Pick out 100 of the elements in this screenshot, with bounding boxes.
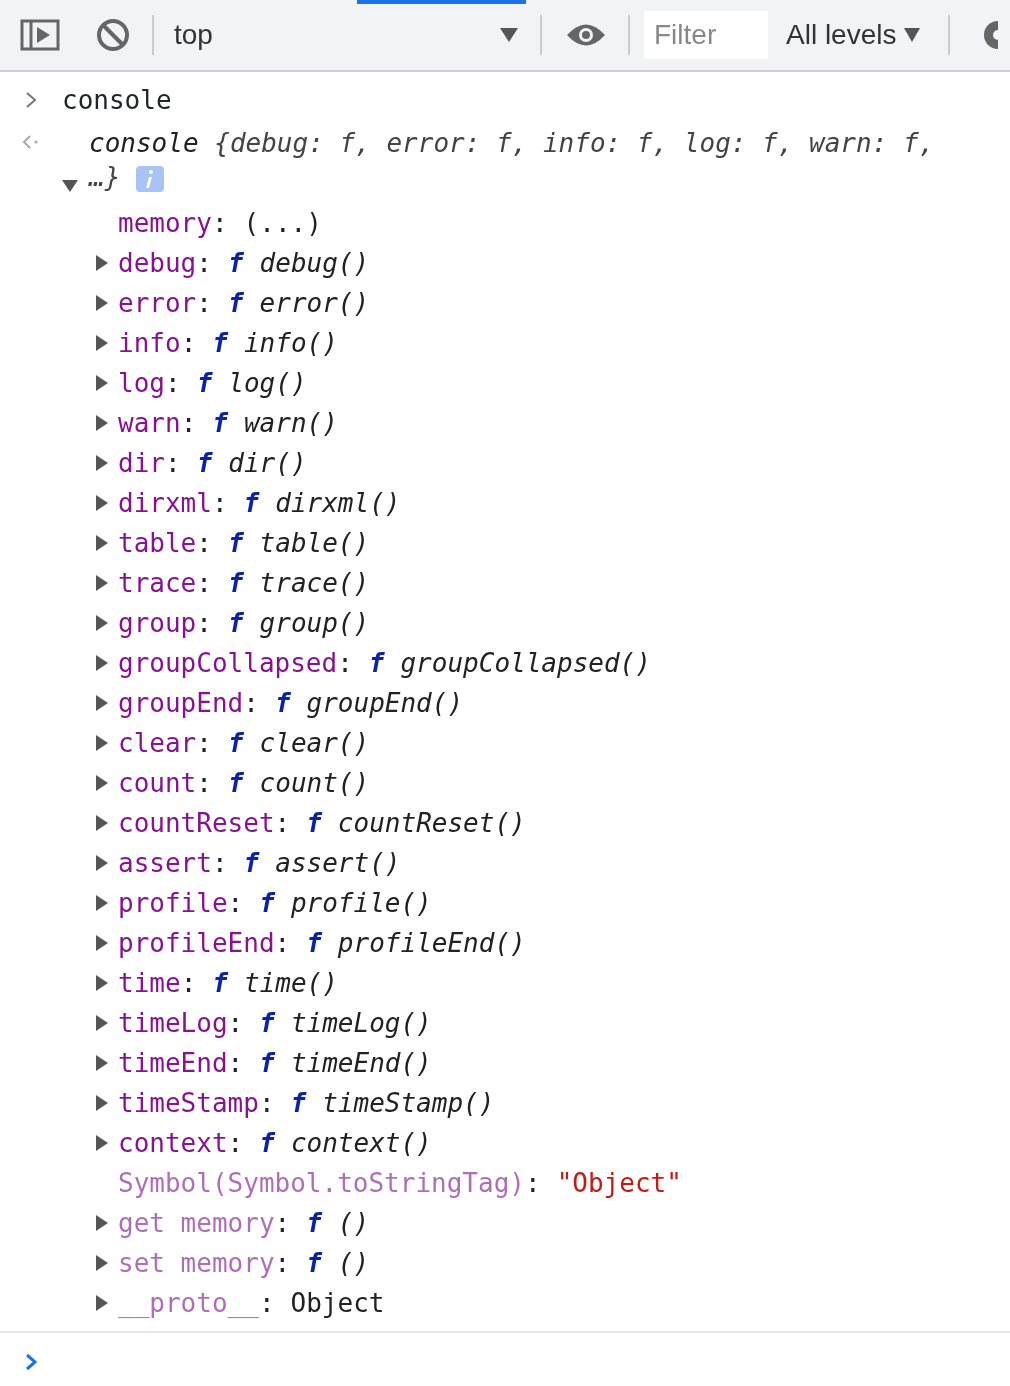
expand-triangle-icon[interactable]	[96, 455, 108, 471]
expand-triangle-icon[interactable]	[96, 935, 108, 951]
expand-triangle-icon[interactable]	[96, 695, 108, 711]
function-mark: f	[227, 727, 244, 760]
expand-triangle-icon[interactable]	[96, 1095, 108, 1111]
property-value: groupEnd()	[306, 687, 464, 720]
expand-triangle-icon[interactable]	[96, 855, 108, 871]
function-mark: f	[212, 327, 228, 360]
property-key: debug:	[118, 243, 212, 283]
expand-triangle-icon[interactable]	[96, 775, 108, 791]
property-key: error:	[118, 283, 212, 323]
expand-triangle-icon[interactable]	[96, 1295, 108, 1311]
property-value: trace()	[259, 567, 370, 600]
clear-console-icon[interactable]	[96, 18, 130, 52]
expand-triangle-icon[interactable]	[96, 1015, 108, 1031]
property-key: groupEnd:	[118, 683, 259, 723]
property-value: warn()	[243, 407, 338, 440]
expand-triangle-icon[interactable]	[96, 295, 108, 311]
function-mark: f	[368, 647, 385, 680]
command-text: console	[62, 84, 172, 117]
expand-triangle-icon[interactable]	[96, 575, 108, 591]
property-value: debug()	[259, 247, 370, 280]
function-mark: f	[212, 407, 228, 440]
property-key: table:	[118, 523, 212, 563]
property-value: (...)	[243, 207, 322, 240]
property-key: assert:	[118, 843, 228, 883]
property-value: dir()	[228, 447, 307, 480]
expand-triangle-icon[interactable]	[96, 655, 108, 671]
function-mark: f	[196, 367, 213, 400]
property-key: time:	[118, 963, 197, 1003]
expand-triangle-icon[interactable]	[96, 335, 108, 351]
object-summary: console {debug: f, error: f, info: f, log: f, warn: f, …}	[89, 127, 936, 194]
context-dropdown[interactable]: top	[166, 14, 526, 56]
property-value: timeStamp()	[322, 1087, 495, 1120]
filter-field[interactable]: Filter	[644, 11, 768, 59]
property-value: assert()	[275, 847, 401, 880]
caret-icon	[500, 28, 518, 42]
expand-triangle-icon[interactable]	[96, 415, 108, 431]
property-key: profile:	[118, 883, 244, 923]
expand-triangle-icon[interactable]	[96, 1135, 108, 1151]
function-mark: f	[227, 247, 244, 280]
function-mark: f	[274, 687, 291, 720]
property-key: log:	[118, 363, 181, 403]
property-value: ()	[337, 1247, 370, 1280]
expand-triangle-icon[interactable]	[96, 815, 108, 831]
expand-triangle-icon[interactable]	[96, 895, 108, 911]
property-key: timeLog:	[118, 1003, 244, 1043]
property-key: count:	[118, 763, 212, 803]
property-value: count()	[259, 767, 370, 800]
function-mark: f	[259, 1127, 275, 1160]
property-value: table()	[259, 527, 370, 560]
function-mark: f	[227, 287, 244, 320]
caret-icon	[904, 28, 921, 42]
info-icon	[135, 165, 164, 192]
function-mark: f	[227, 567, 244, 600]
expand-triangle-icon[interactable]	[96, 495, 108, 511]
property-value: profileEnd()	[337, 927, 526, 960]
property-value: dirxml()	[275, 487, 401, 520]
property-value: time()	[243, 967, 338, 1000]
property-key: dir:	[118, 443, 181, 483]
property-key: Symbol(Symbol.toStringTag):	[118, 1163, 541, 1203]
property-value: info()	[243, 327, 338, 360]
levels-dropdown[interactable]: All levels	[778, 14, 929, 56]
expand-triangle-icon[interactable]	[96, 1215, 108, 1231]
property-value: timeLog()	[290, 1007, 432, 1040]
property-value: error()	[259, 287, 370, 320]
property-value: timeEnd()	[290, 1047, 432, 1080]
property-key: timeEnd:	[118, 1043, 244, 1083]
expand-triangle-icon[interactable]	[96, 1055, 108, 1071]
expand-triangle-icon[interactable]	[96, 1255, 108, 1271]
property-value: countReset()	[337, 807, 526, 840]
property-key: group:	[118, 603, 212, 643]
property-value: log()	[228, 367, 307, 400]
property-key: __proto__:	[118, 1283, 275, 1323]
function-mark: f	[227, 607, 244, 640]
function-mark: f	[212, 967, 228, 1000]
sidebar-toggle-icon[interactable]	[20, 19, 60, 51]
expanded-triangle-icon[interactable]	[62, 180, 78, 192]
prompt-icon[interactable]	[25, 1353, 37, 1371]
property-key: clear:	[118, 723, 212, 763]
function-mark: f	[243, 847, 260, 880]
expand-triangle-icon[interactable]	[96, 615, 108, 631]
function-mark: f	[259, 1007, 275, 1040]
function-mark: f	[243, 487, 260, 520]
property-key: memory:	[118, 203, 228, 243]
function-mark: f	[259, 887, 275, 920]
function-mark: f	[227, 527, 244, 560]
function-mark: f	[306, 1247, 322, 1280]
property-value: context()	[290, 1127, 432, 1160]
property-key: timeStamp:	[118, 1083, 275, 1123]
expand-triangle-icon[interactable]	[96, 375, 108, 391]
property-key: context:	[118, 1123, 244, 1163]
expand-triangle-icon[interactable]	[96, 535, 108, 551]
expand-triangle-icon[interactable]	[96, 975, 108, 991]
eye-icon[interactable]	[566, 22, 606, 48]
expand-triangle-icon[interactable]	[96, 255, 108, 271]
function-mark: f	[306, 1207, 322, 1240]
function-mark: f	[196, 447, 213, 480]
expand-triangle-icon[interactable]	[96, 735, 108, 751]
function-mark: f	[290, 1087, 307, 1120]
